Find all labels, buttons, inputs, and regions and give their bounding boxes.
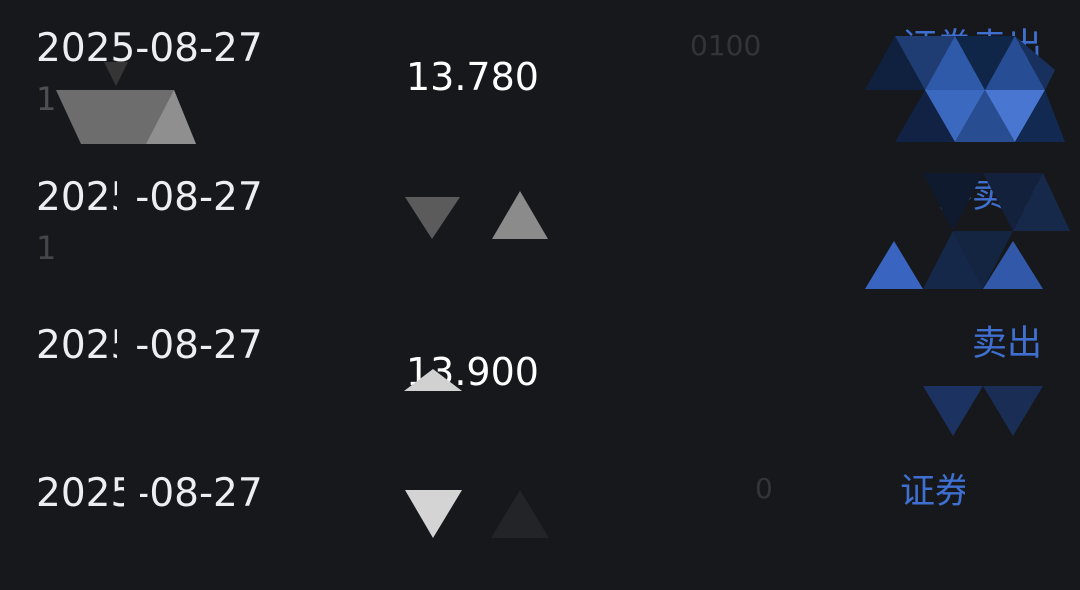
transaction-row-3[interactable]: 2025-08-27 13.900 卖出 <box>0 297 1080 445</box>
transaction-price: 13.780 <box>406 55 539 99</box>
partial-secondary-value: 0100 <box>690 29 762 62</box>
blue-triangle-pattern-icon <box>865 340 1043 436</box>
date-redaction <box>124 471 140 515</box>
transaction-date: 2025-08-27 <box>36 471 263 516</box>
transaction-date: 2025-08-27 <box>36 323 263 368</box>
transaction-row-4[interactable]: 2025-08-27 证券 0 <box>0 445 1080 590</box>
partial-secondary-value: 1 <box>36 80 57 118</box>
grey-triangle-pattern-icon <box>405 191 548 239</box>
date-redaction <box>117 175 134 219</box>
blue-triangle-pattern-icon <box>965 471 1043 509</box>
transaction-row-2[interactable]: 2025-08-27 券卖出 1 <box>0 149 1080 297</box>
date-redaction <box>117 323 133 367</box>
grey-triangle-pattern-icon <box>56 62 196 144</box>
transaction-row-1[interactable]: 2025-08-27 13.780 证券卖出 0100 1 <box>0 0 1080 148</box>
transaction-list-screen: 2025-08-27 13.780 证券卖出 0100 1 2025-08-27… <box>0 0 1080 590</box>
blue-triangle-pattern-icon <box>865 173 1070 289</box>
grey-triangle-pattern-icon <box>405 490 549 538</box>
blue-triangle-pattern-icon <box>865 36 1065 142</box>
partial-secondary-value: 0 <box>755 472 773 505</box>
grey-triangle-pattern-icon <box>404 369 462 391</box>
transaction-date: 2025-08-27 <box>36 175 263 220</box>
transaction-action: 证券 <box>899 472 970 512</box>
partial-secondary-value: 1 <box>36 229 57 267</box>
